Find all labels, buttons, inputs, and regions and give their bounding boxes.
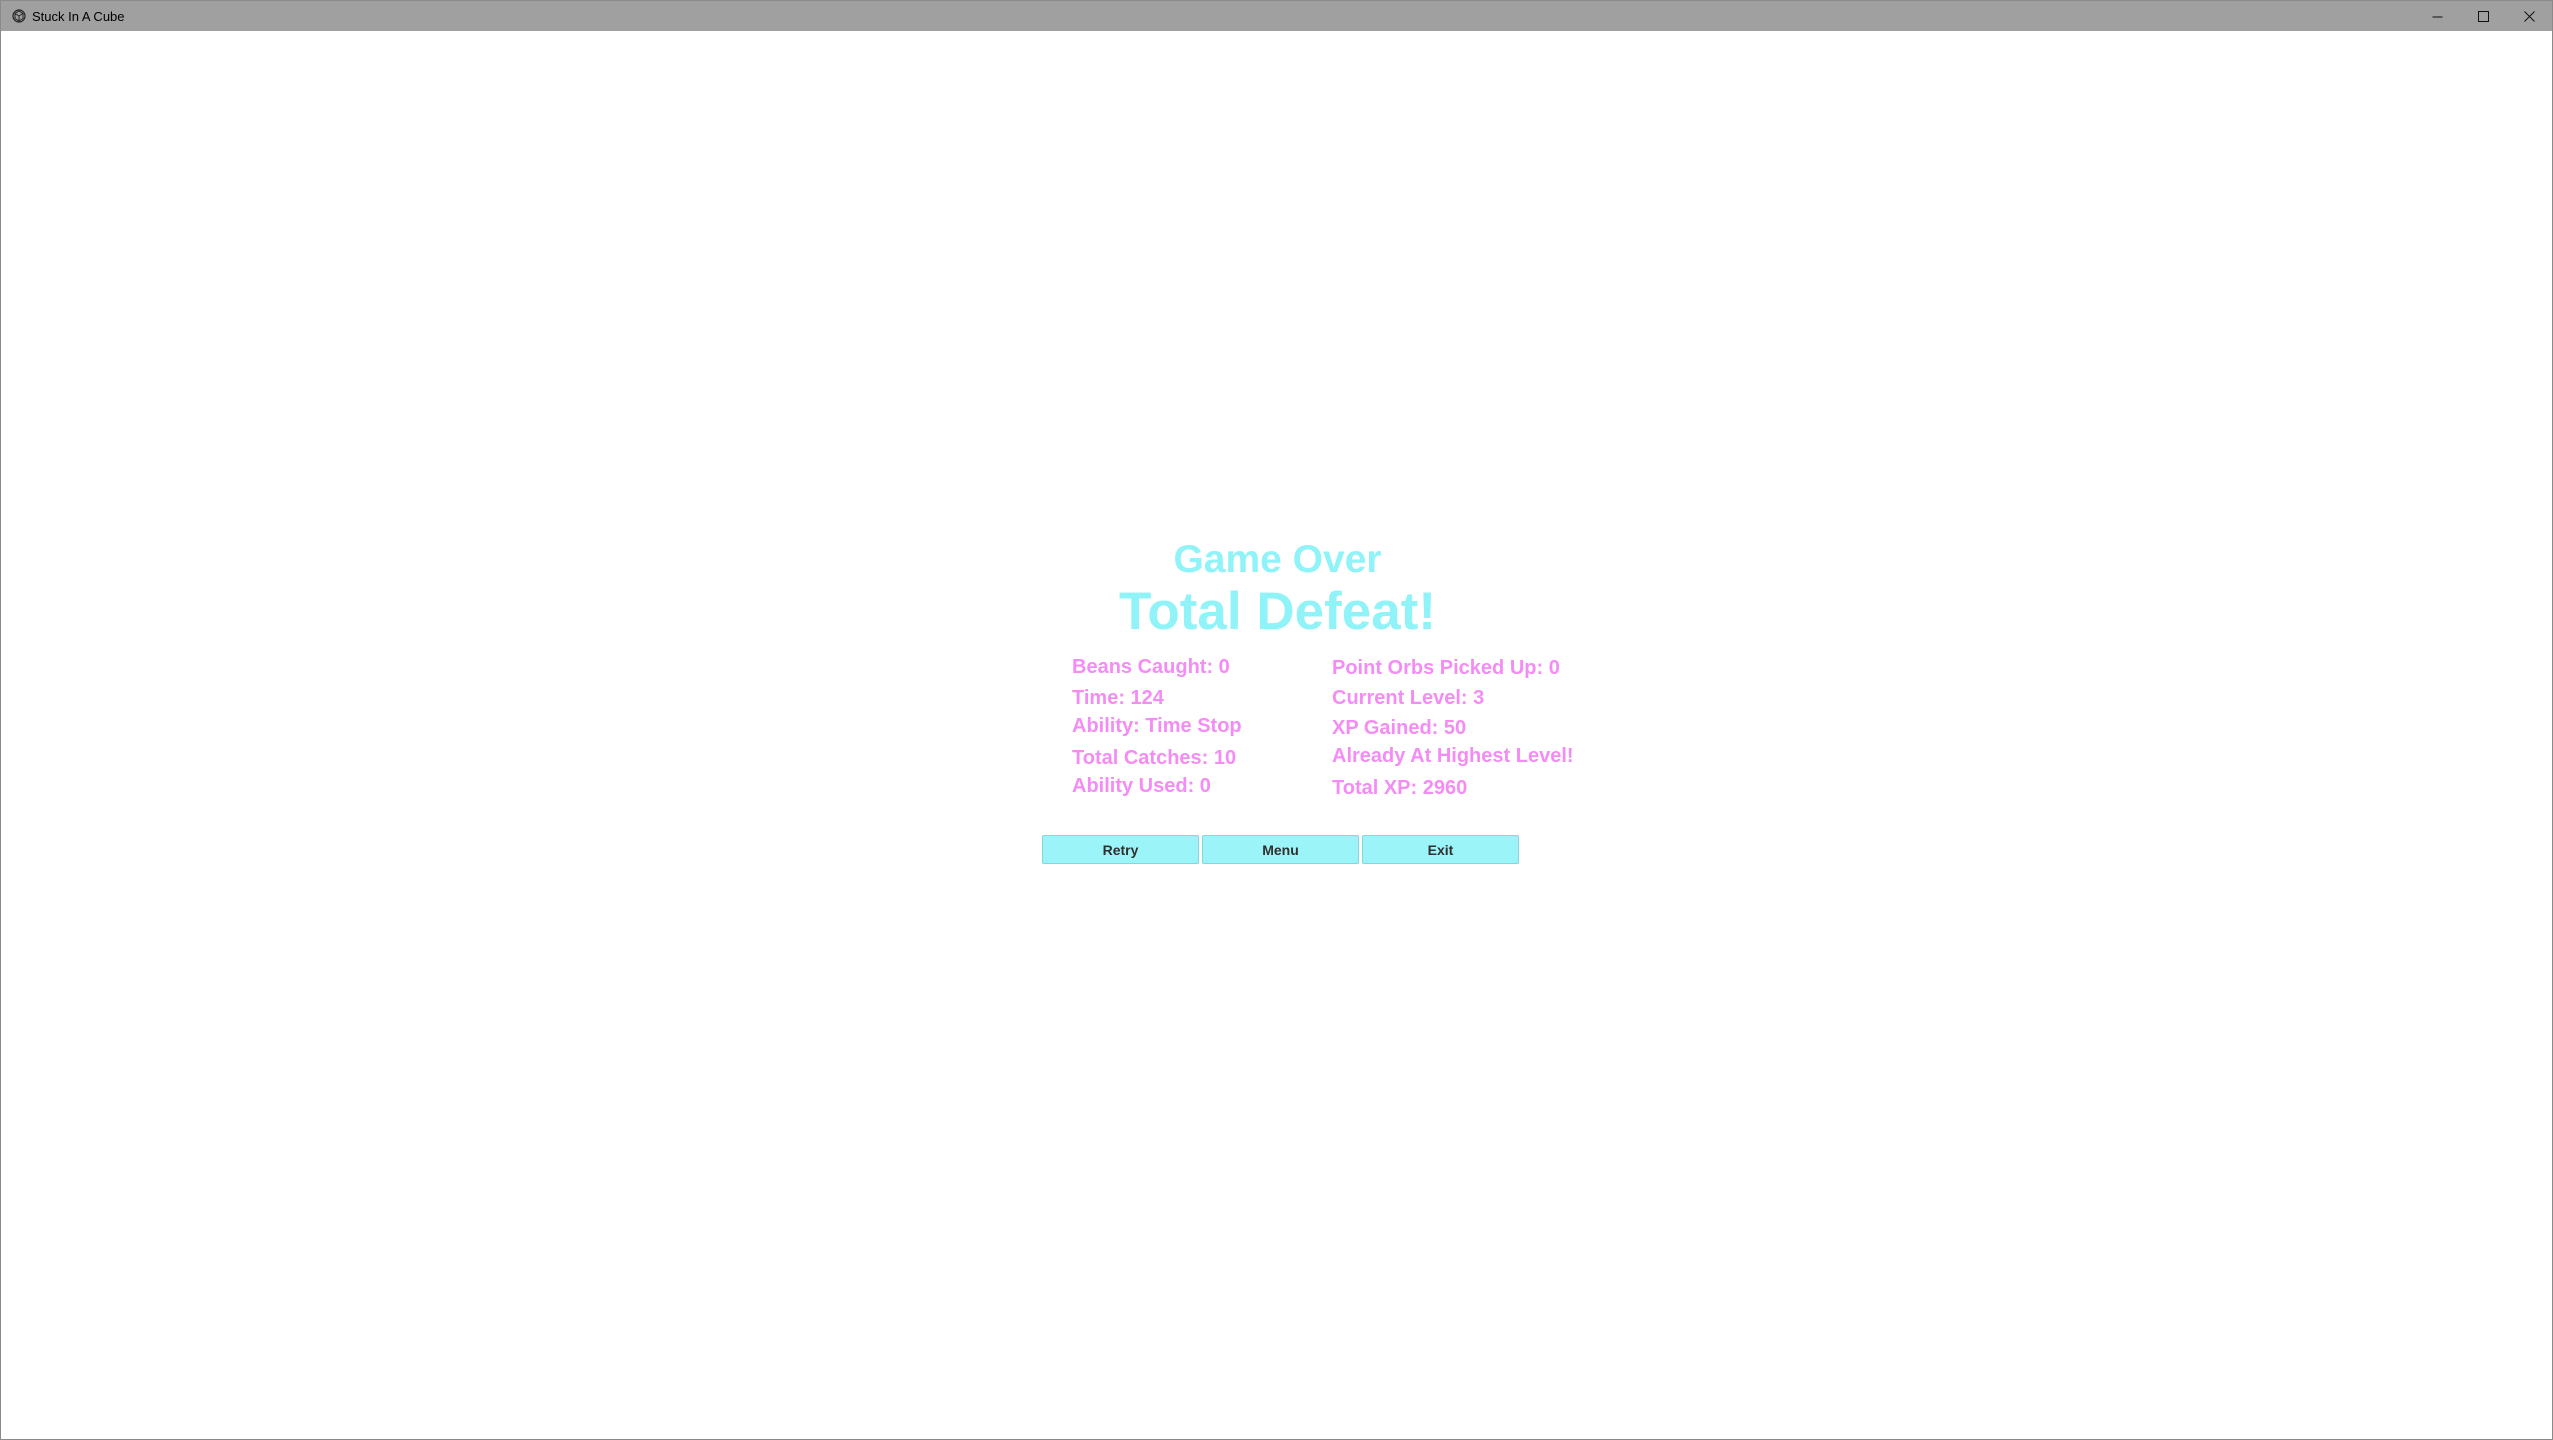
stat-ability: Ability: Time Stop bbox=[1072, 715, 1242, 737]
game-over-screen: Game Over Total Defeat! Beans Caught: 0 … bbox=[1, 31, 2552, 1439]
game-window: Stuck In A Cube Game Over Total Defeat! … bbox=[0, 0, 2553, 1440]
stat-total-catches: Total Catches: 10 bbox=[1072, 747, 1237, 769]
title-bar[interactable]: Stuck In A Cube bbox=[1, 1, 2552, 31]
stat-xp-gained: XP Gained: 50 bbox=[1332, 717, 1467, 739]
window-title: Stuck In A Cube bbox=[32, 8, 125, 24]
window-controls bbox=[2414, 1, 2552, 31]
unity-cube-icon bbox=[11, 8, 27, 24]
maximize-button[interactable] bbox=[2460, 1, 2506, 31]
minimize-button[interactable] bbox=[2414, 1, 2460, 31]
stat-beans-caught: Beans Caught: 0 bbox=[1072, 656, 1230, 678]
exit-button[interactable]: Exit bbox=[1362, 835, 1519, 864]
stat-ability-used: Ability Used: 0 bbox=[1072, 775, 1211, 797]
retry-button[interactable]: Retry bbox=[1042, 835, 1199, 864]
minimize-icon bbox=[2432, 11, 2443, 22]
maximize-icon bbox=[2477, 10, 2489, 22]
menu-button[interactable]: Menu bbox=[1202, 835, 1359, 864]
total-defeat-heading: Total Defeat! bbox=[1118, 582, 1437, 641]
stat-highest-level: Already At Highest Level! bbox=[1332, 745, 1574, 767]
stat-time: Time: 124 bbox=[1072, 687, 1164, 709]
stat-point-orbs: Point Orbs Picked Up: 0 bbox=[1332, 657, 1560, 679]
stat-current-level: Current Level: 3 bbox=[1332, 687, 1485, 709]
stat-total-xp: Total XP: 2960 bbox=[1332, 777, 1468, 799]
game-over-heading: Game Over bbox=[1173, 538, 1382, 581]
action-buttons: Retry Menu Exit bbox=[1042, 835, 1519, 864]
close-icon bbox=[2523, 10, 2535, 22]
close-button[interactable] bbox=[2506, 1, 2552, 31]
